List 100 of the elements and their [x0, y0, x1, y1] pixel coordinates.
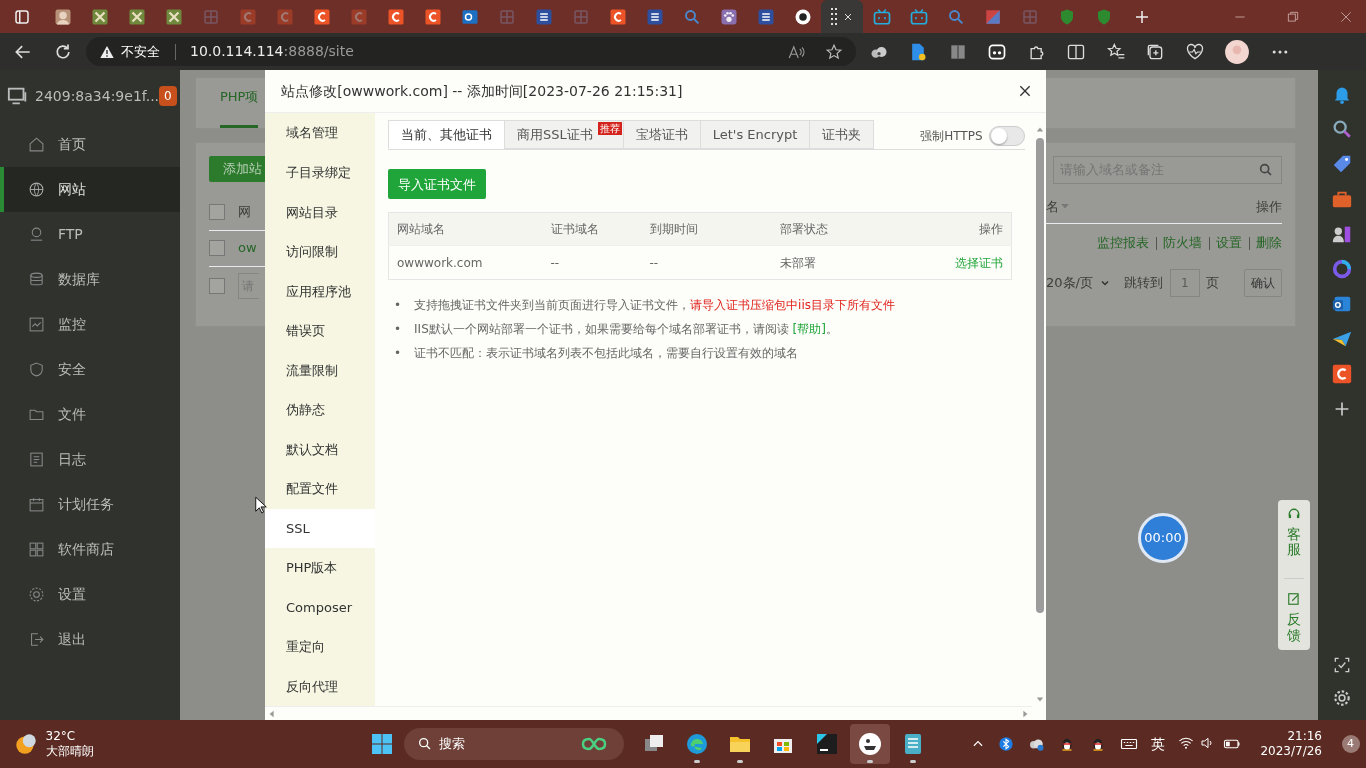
column-header: 部署状态: [771, 212, 892, 246]
house-icon: [28, 136, 45, 153]
c-logo-icon: [423, 7, 442, 26]
mail-app-icon: [460, 7, 479, 26]
sidebar-item[interactable]: 设置: [0, 572, 180, 617]
document-icon: [28, 451, 45, 468]
column-header: 名: [1046, 197, 1059, 216]
force-https-label: 强制HTTPS: [920, 127, 983, 145]
support-link[interactable]: 客服: [1287, 527, 1301, 558]
scroll-down-icon: [1036, 694, 1044, 703]
sidebar-item[interactable]: 退出: [0, 617, 180, 662]
edge-browser-icon: [684, 732, 709, 756]
feedback-link[interactable]: 反馈: [1287, 612, 1301, 644]
settings-nav-item[interactable]: 重定向: [265, 627, 375, 667]
tip-text: IIS默认一个网站部署一个证书，如果需要给每个域名部署证书，请阅读 [帮助]。: [414, 321, 838, 338]
sidebar-item[interactable]: 安全: [0, 347, 180, 392]
search-icon: [946, 7, 965, 26]
settings-nav-item[interactable]: 访问限制: [265, 232, 375, 272]
grid-icon: [201, 7, 220, 26]
ring-logo-icon[interactable]: [1331, 258, 1353, 280]
grid-icon: [571, 7, 590, 26]
sidebar-item[interactable]: 数据库: [0, 257, 180, 302]
settings-nav-item[interactable]: 默认文档: [265, 429, 375, 470]
screenshot-icon[interactable]: [1332, 655, 1352, 675]
cert-tab[interactable]: 当前、其他证书: [388, 119, 505, 149]
database-icon: [28, 271, 45, 288]
table-cell: 未部署: [771, 245, 892, 280]
tag-icon[interactable]: [1331, 153, 1353, 175]
cert-tab[interactable]: Let's Encrypt: [699, 119, 811, 149]
page-size-select[interactable]: 20条/页: [1046, 272, 1112, 293]
settings-nav-item[interactable]: PHP版本: [265, 548, 375, 588]
logout-icon: [28, 631, 45, 648]
checkbox[interactable]: [209, 278, 225, 294]
headset-icon: [1287, 506, 1301, 521]
settings-nav-item[interactable]: 网站目录: [265, 192, 375, 232]
checkbox[interactable]: [209, 204, 225, 220]
settings-nav-item[interactable]: 应用程序池: [265, 271, 375, 312]
search-icon[interactable]: [1258, 161, 1274, 178]
settings-nav-item[interactable]: 域名管理: [265, 113, 375, 153]
bluetooth-icon[interactable]: [997, 736, 1014, 752]
confirm-button[interactable]: 确认: [1244, 268, 1282, 297]
server-address: 2409:8a34:9e1f...: [35, 86, 160, 106]
settings-icon[interactable]: [1332, 688, 1352, 708]
calendar-icon: [28, 496, 45, 513]
force-https-toggle[interactable]: [989, 125, 1025, 146]
sidebar-item[interactable]: 计划任务: [0, 482, 180, 527]
c-logo-icon: [312, 7, 331, 26]
scroll-up-icon: [1036, 126, 1044, 135]
settings-nav-item[interactable]: 反向代理: [265, 666, 375, 707]
browser-tab[interactable]: [821, 0, 863, 33]
restore-icon[interactable]: [1286, 9, 1300, 24]
settings-nav-item[interactable]: SSL: [265, 508, 375, 549]
settings-nav-item[interactable]: 子目录绑定: [265, 153, 375, 193]
paw-icon: [719, 7, 738, 26]
sidebar-item[interactable]: 文件: [0, 392, 180, 437]
sidebar-item[interactable]: 日志: [0, 437, 180, 482]
input-method-indicator[interactable]: 英: [1150, 733, 1165, 755]
sidebar-item[interactable]: 监控: [0, 302, 180, 347]
antenna-icon: [28, 226, 45, 243]
taskbar-app[interactable]: [849, 724, 890, 764]
cert-tab[interactable]: 宝塔证书: [622, 119, 701, 149]
star-icon[interactable]: [824, 42, 843, 61]
tab-actions-icon[interactable]: [13, 7, 31, 26]
heartbeat-icon[interactable]: [1184, 41, 1205, 62]
tv-icon: [872, 7, 891, 26]
bullet-mark: •: [394, 321, 402, 339]
sidebar-item[interactable]: 网站: [0, 167, 180, 212]
search-icon[interactable]: [1331, 118, 1353, 140]
tv-icon: [909, 7, 928, 26]
sidebar-item[interactable]: FTP: [0, 212, 180, 257]
table-cell: --: [641, 245, 772, 280]
temperature-label: 32°C: [45, 729, 77, 744]
checkbox[interactable]: [209, 240, 225, 256]
settings-nav-item[interactable]: 伪静态: [265, 390, 375, 430]
column-header: 网站域名: [388, 212, 543, 246]
sidebar-item[interactable]: 首页: [0, 122, 180, 167]
clock[interactable]: 21:16 2023/7/26: [1260, 729, 1322, 759]
avatar-icon[interactable]: [1224, 38, 1250, 65]
url-text[interactable]: 10.0.114.114:8888/site: [190, 41, 354, 62]
address-bar[interactable]: 不安全 10.0.114.114:8888/site: [85, 37, 856, 66]
taskbar-search[interactable]: 搜索: [403, 728, 624, 760]
c-logo-icon: [386, 7, 405, 26]
edit-icon: [1287, 591, 1301, 606]
settings-nav-item[interactable]: Composer: [265, 587, 375, 628]
settings-nav-item[interactable]: 错误页: [265, 311, 375, 351]
text-tile-icon: [645, 7, 664, 26]
globe-icon: [28, 181, 45, 198]
tools-icon: [90, 7, 109, 26]
c-logo-icon: [275, 7, 294, 26]
settings-nav-item[interactable]: 流量限制: [265, 350, 375, 391]
settings-nav-item[interactable]: 配置文件: [265, 469, 375, 509]
wifi-icon[interactable]: [1177, 735, 1194, 751]
c-logo-icon[interactable]: [1331, 363, 1353, 385]
cert-tab[interactable]: 证书夹: [809, 119, 875, 149]
security-warning-label[interactable]: 不安全: [121, 41, 160, 62]
column-header: 到期时间: [641, 212, 772, 246]
cert-tab[interactable]: 商用SSL证书 推荐: [504, 119, 624, 149]
sidebar-item[interactable]: 软件商店: [0, 527, 180, 572]
windows-start-icon[interactable]: [370, 732, 394, 756]
notification-badge[interactable]: 4: [1341, 735, 1360, 753]
